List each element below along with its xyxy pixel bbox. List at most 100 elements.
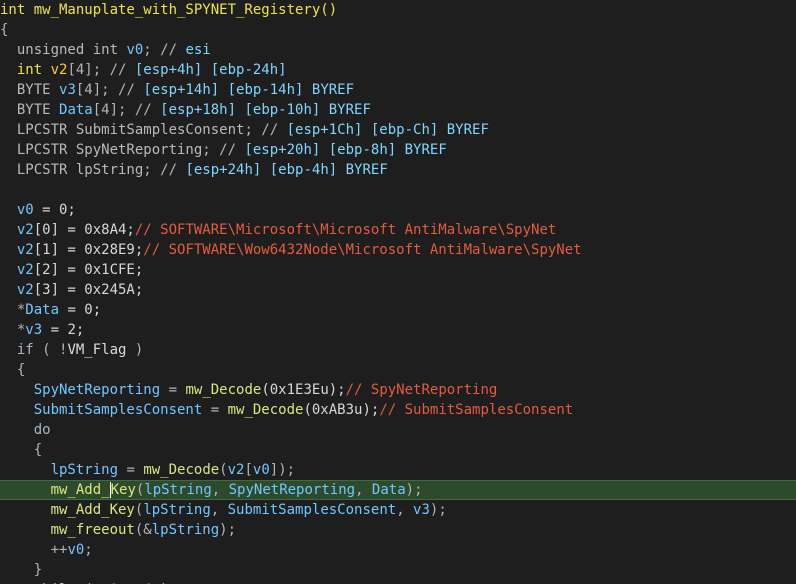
code-token-kw: ) <box>126 342 144 358</box>
code-line[interactable]: v2[0] = 0x8A4;// SOFTWARE\Microsoft\Micr… <box>0 220 796 240</box>
code-editor[interactable]: int mw_Manuplate_with_SPYNET_Registery()… <box>0 0 796 584</box>
code-line[interactable]: unsigned int v0; // esi <box>0 40 796 60</box>
code-token-punct: ; // <box>244 122 287 138</box>
code-line[interactable]: v2[3] = 0x245A; <box>0 280 796 300</box>
code-token-punct: , <box>210 502 228 518</box>
code-token-local: lpString <box>143 502 211 518</box>
code-token-num: = 2; <box>42 322 85 338</box>
code-token-local: Data <box>371 482 406 498</box>
code-line[interactable]: if ( !VM_Flag ) <box>0 340 796 360</box>
code-line[interactable]: ++v0; <box>0 540 796 560</box>
code-token-type: BYTE <box>0 102 60 118</box>
code-line[interactable]: } <box>0 560 796 580</box>
code-line[interactable]: BYTE Data[4]; // [esp+18h] [ebp-10h] BYR… <box>0 100 796 120</box>
code-token-num: [3] = 0x245A; <box>33 282 144 298</box>
code-line[interactable]: SubmitSamplesConsent = mw_Decode(0xAB3u)… <box>0 400 796 420</box>
code-token-type: LPCSTR <box>0 122 76 138</box>
code-token-type: SpyNetReporting <box>75 142 203 158</box>
code-line[interactable]: mw_Add_Key(lpString, SpyNetReporting, Da… <box>0 480 796 500</box>
code-line[interactable]: v0 = 0; <box>0 200 796 220</box>
code-line[interactable]: SpyNetReporting = mw_Decode(0x1E3Eu);// … <box>0 380 796 400</box>
code-token-local: v3 <box>25 322 43 338</box>
code-token-type: lpString <box>75 162 144 178</box>
code-line[interactable]: LPCSTR lpString; // [esp+24h] [ebp-4h] B… <box>0 160 796 180</box>
code-token-punct: } <box>0 562 43 578</box>
code-token-local: v2 <box>16 262 34 278</box>
code-token-punct: [4]; // <box>92 102 161 118</box>
code-token-cm: // SOFTWARE\Wow6432Node\Microsoft AntiMa… <box>143 242 582 258</box>
code-token-punct: ++ <box>0 542 68 558</box>
code-token-punct: ; <box>84 542 93 558</box>
code-token-local: v2 <box>16 222 34 238</box>
code-token-num: = 0; <box>33 202 76 218</box>
code-token-local: lpString <box>144 482 212 498</box>
code-line[interactable]: v2[2] = 0x1CFE; <box>0 260 796 280</box>
code-token-local: v2 <box>227 462 245 478</box>
code-token-type: LPCSTR <box>0 142 76 158</box>
code-token-punct: [4]; // <box>67 62 135 78</box>
code-token-punct: ); <box>429 502 447 518</box>
code-token-punct: { <box>0 22 9 38</box>
code-line[interactable] <box>0 180 796 200</box>
code-token-local: v2 <box>16 242 34 258</box>
code-line[interactable]: int mw_Manuplate_with_SPYNET_Registery() <box>0 0 796 20</box>
code-token-punct: (& <box>134 522 152 538</box>
code-line[interactable]: mw_Add_Key(lpString, SubmitSamplesConsen… <box>0 500 796 520</box>
code-line[interactable]: lpString = mw_Decode(v2[v0]); <box>0 460 796 480</box>
code-token-fn: mw_Decode <box>185 382 262 398</box>
code-line[interactable]: mw_freeout(&lpString); <box>0 520 796 540</box>
code-token-addr: [esp+1Ch] [ebp-Ch] BYREF <box>286 122 489 138</box>
code-token-num: (0xAB3u); <box>303 402 380 418</box>
code-token-local: lpString <box>151 522 220 538</box>
code-token-punct: [ <box>244 462 253 478</box>
code-token-addr: esi <box>185 42 211 58</box>
code-token-punct: ); <box>219 522 237 538</box>
code-token-type: unsigned int <box>0 42 127 58</box>
code-token-type: LPCSTR <box>0 162 76 178</box>
code-line[interactable]: { <box>0 440 796 460</box>
code-token-punct: * <box>0 302 26 318</box>
code-token-punct <box>0 482 51 498</box>
code-token-sig: int mw_Manuplate_with_SPYNET_Registery() <box>0 2 338 18</box>
code-token-cm: // SpyNetReporting <box>345 382 498 398</box>
code-token-local: lpString <box>50 462 119 478</box>
code-line[interactable]: { <box>0 360 796 380</box>
code-line[interactable]: v2[1] = 0x28E9;// SOFTWARE\Wow6432Node\M… <box>0 240 796 260</box>
code-line[interactable]: LPCSTR SpyNetReporting; // [esp+20h] [eb… <box>0 140 796 160</box>
code-line[interactable]: LPCSTR SubmitSamplesConsent; // [esp+1Ch… <box>0 120 796 140</box>
code-token-num: (0x1E3Eu); <box>261 382 346 398</box>
code-token-kw: do <box>0 422 51 438</box>
code-token-addr: [esp+4h] [ebp-24h] <box>134 62 287 78</box>
code-token-local: v0 <box>252 462 270 478</box>
code-token-local: v0 <box>126 42 144 58</box>
code-token-kw: if ( ! <box>0 342 68 358</box>
code-token-fn: mw_Decode <box>143 462 220 478</box>
code-line[interactable]: *Data = 0; <box>0 300 796 320</box>
code-token-local: SpyNetReporting <box>33 382 161 398</box>
code-token-addr: [esp+24h] [ebp-4h] BYREF <box>185 162 388 178</box>
code-token-punct: = <box>202 402 228 418</box>
code-token-punct <box>0 282 17 298</box>
code-line[interactable]: do <box>0 420 796 440</box>
code-token-punct: , <box>355 482 372 498</box>
code-token-addr: [esp+18h] [ebp-10h] BYREF <box>160 102 371 118</box>
code-token-fn: mw_Decode <box>227 402 304 418</box>
code-line[interactable]: int v2[4]; // [esp+4h] [ebp-24h] <box>0 60 796 80</box>
code-token-punct <box>0 202 17 218</box>
code-token-fn: mw_freeout <box>50 522 135 538</box>
code-line[interactable]: *v3 = 2; <box>0 320 796 340</box>
code-token-punct: { <box>0 442 43 458</box>
code-token-addr: [esp+20h] [ebp-8h] BYREF <box>244 142 447 158</box>
code-token-punct: ; // <box>143 42 186 58</box>
code-token-addr: [esp+14h] [ebp-14h] BYREF <box>143 82 355 98</box>
code-token-cm: // SOFTWARE\Microsoft\Microsoft AntiMalw… <box>134 222 557 238</box>
code-line[interactable]: BYTE v3[4]; // [esp+14h] [ebp-14h] BYREF <box>0 80 796 100</box>
code-line[interactable]: while ( v0 < 4 ); <box>0 580 796 584</box>
code-token-punct: ); <box>405 482 423 498</box>
code-token-punct: , <box>211 482 229 498</box>
code-line[interactable]: { <box>0 20 796 40</box>
code-token-punct <box>0 222 17 238</box>
code-token-local: v3 <box>59 82 76 98</box>
code-token-punct: ; // <box>143 162 186 178</box>
code-token-cm: // SubmitSamplesConsent <box>379 402 574 418</box>
